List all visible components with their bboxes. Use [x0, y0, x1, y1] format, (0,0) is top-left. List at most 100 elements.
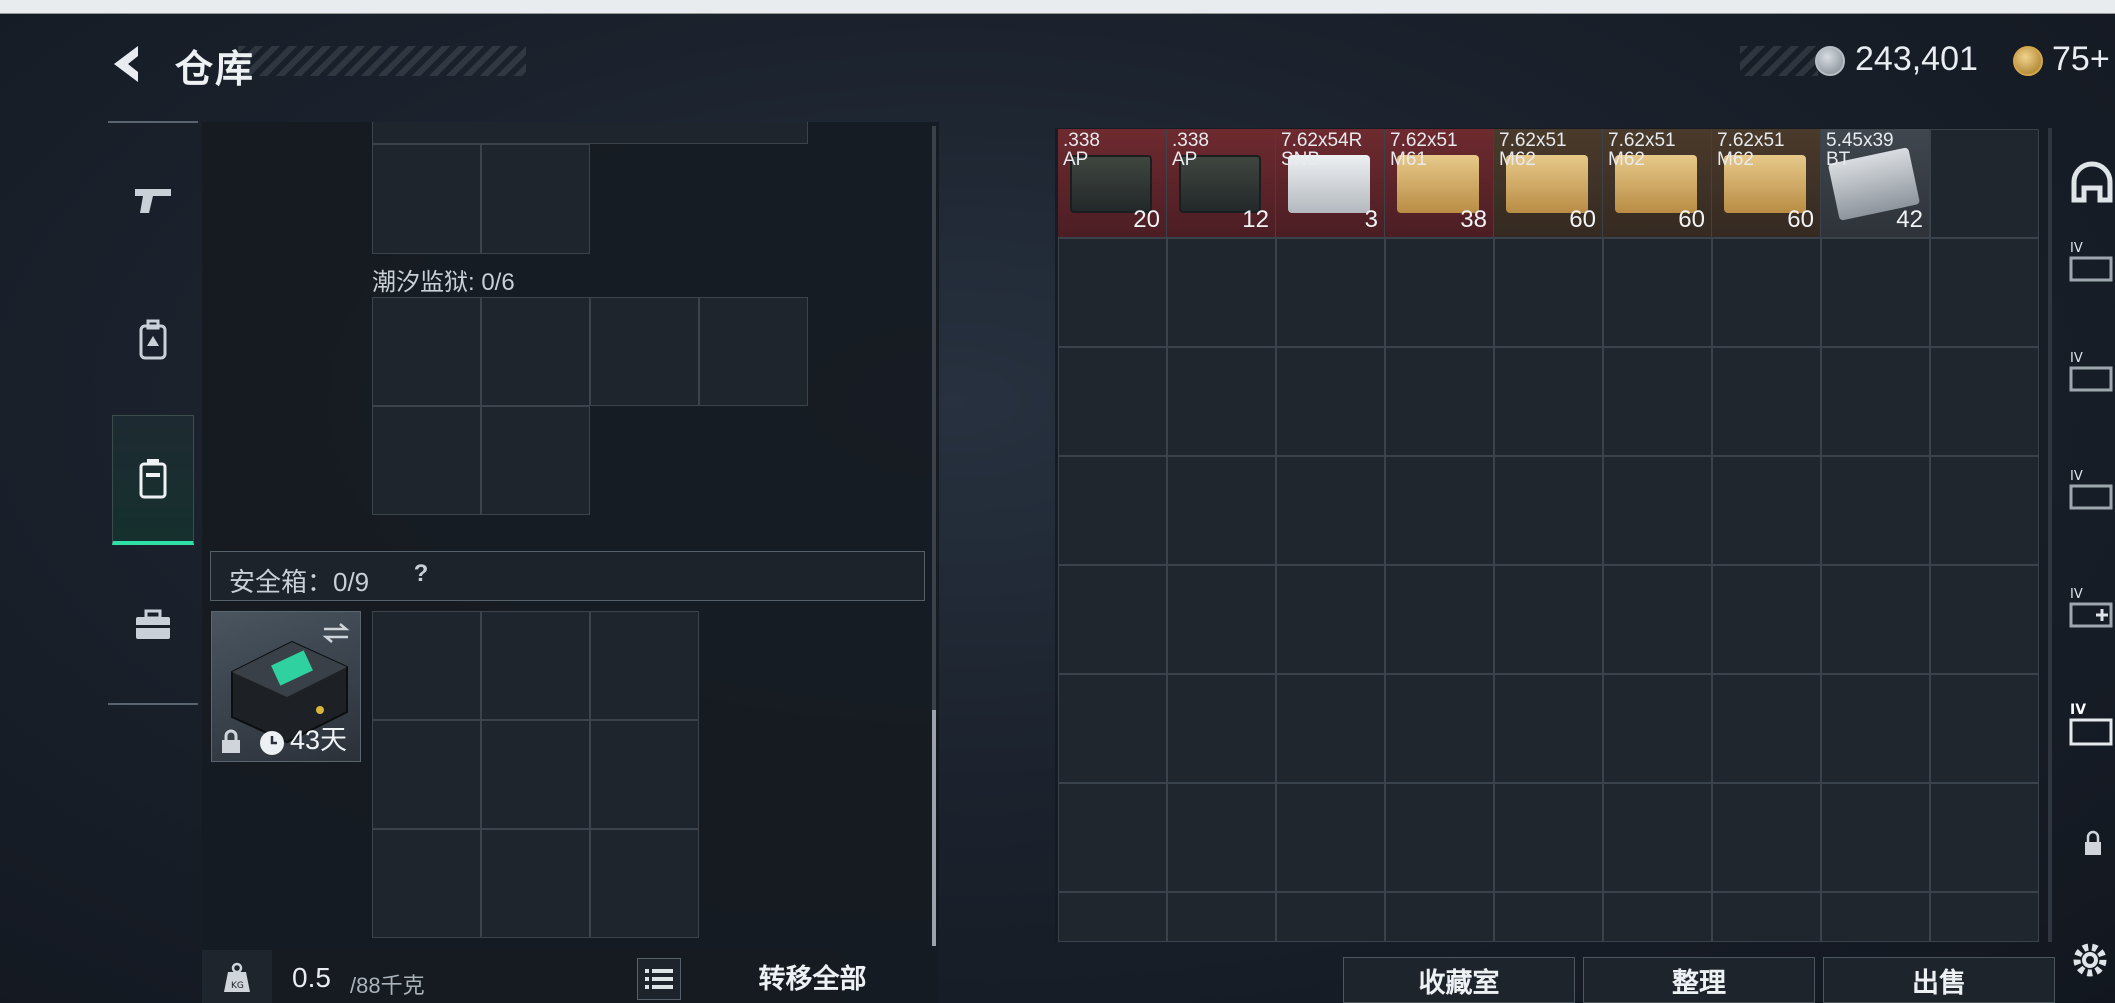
stash-grid-cell[interactable] [1712, 892, 1821, 942]
stash-item-ammo[interactable]: 7.62x51 M62 60 [1712, 129, 1820, 237]
stash-grid-cell[interactable] [1276, 347, 1385, 456]
side-category-iv-2[interactable]: IV [2068, 348, 2115, 408]
stash-grid-cell[interactable] [1603, 674, 1712, 783]
safebox-help-button[interactable]: ? [406, 560, 436, 592]
back-arrow-icon[interactable] [108, 42, 148, 86]
stash-grid-cell[interactable] [1930, 456, 2039, 565]
grid-cell[interactable] [372, 144, 481, 254]
stash-grid-cell[interactable] [1167, 347, 1276, 456]
left-scrollbar-thumb[interactable] [932, 710, 936, 946]
grid-cell[interactable] [372, 611, 481, 720]
stash-grid-cell[interactable] [1821, 238, 1930, 347]
stash-grid-cell[interactable] [1167, 565, 1276, 674]
stash-grid-cell[interactable] [1385, 783, 1494, 892]
side-category-armor[interactable] [2068, 160, 2115, 220]
stash-grid-cell[interactable] [1276, 783, 1385, 892]
stash-grid-cell[interactable] [1058, 238, 1167, 347]
side-category-iv-3[interactable]: IV [2068, 466, 2115, 526]
stash-grid-cell[interactable] [1058, 565, 1167, 674]
stash-grid-cell[interactable] [1930, 783, 2039, 892]
grid-cell[interactable] [372, 720, 481, 829]
stash-grid-cell[interactable] [1603, 456, 1712, 565]
grid-cell[interactable] [372, 829, 481, 938]
stash-grid-cell[interactable] [1058, 892, 1167, 942]
stash-item-ammo[interactable]: 7.62x51 M62 60 [1603, 129, 1711, 237]
grid-cell[interactable] [481, 829, 590, 938]
stash-item-ammo[interactable]: .338 AP 12 [1167, 129, 1275, 237]
stash-grid-cell[interactable] [1385, 892, 1494, 942]
nav-item-weapons[interactable] [112, 135, 194, 265]
collection-room-button[interactable]: 收藏室 [1343, 957, 1575, 1003]
grid-cell[interactable] [372, 297, 481, 406]
grid-cell[interactable] [481, 720, 590, 829]
stash-grid-cell[interactable] [1385, 565, 1494, 674]
stash-grid-cell[interactable] [1494, 674, 1603, 783]
stash-grid-cell[interactable] [1712, 456, 1821, 565]
stash-grid-cell[interactable] [1494, 238, 1603, 347]
stash-grid-cell[interactable] [1930, 347, 2039, 456]
grid-cell[interactable] [481, 297, 590, 406]
stash-grid-cell[interactable] [1276, 892, 1385, 942]
grid-cell[interactable] [481, 406, 590, 515]
stash-grid-cell[interactable] [1930, 238, 2039, 347]
stash-grid-cell[interactable] [1385, 456, 1494, 565]
stash-grid-cell[interactable] [1167, 783, 1276, 892]
nav-item-gear[interactable] [112, 275, 194, 405]
side-category-iv-1[interactable]: IV [2068, 238, 2115, 298]
stash-grid-cell[interactable] [1930, 129, 2039, 238]
grid-cell[interactable] [481, 144, 590, 254]
stash-grid-cell[interactable] [1712, 783, 1821, 892]
grid-cell[interactable] [590, 297, 699, 406]
stash-grid-cell[interactable] [1821, 565, 1930, 674]
stash-item-ammo[interactable]: 7.62x51 M61 38 [1385, 129, 1493, 237]
side-category-iv-4[interactable]: IV [2068, 584, 2115, 644]
safebox-item[interactable]: 43天 [211, 611, 361, 762]
sort-button[interactable]: 整理 [1583, 957, 1815, 1003]
stash-grid-cell[interactable] [1930, 892, 2039, 942]
stash-grid-cell[interactable] [1167, 238, 1276, 347]
transfer-all-button[interactable]: 转移全部 [686, 950, 939, 1003]
stash-grid-cell[interactable] [1494, 347, 1603, 456]
stash-grid-cell[interactable] [1058, 456, 1167, 565]
stash-grid-cell[interactable] [1712, 238, 1821, 347]
stash-grid-cell[interactable] [1603, 347, 1712, 456]
stash-grid-cell[interactable] [1712, 347, 1821, 456]
stash-grid-cell[interactable] [1603, 565, 1712, 674]
stash-grid-cell[interactable] [1930, 565, 2039, 674]
stash-grid-cell[interactable] [1821, 892, 1930, 942]
sell-button[interactable]: 出售 [1823, 957, 2055, 1003]
stash-grid-cell[interactable] [1276, 565, 1385, 674]
grid-cell[interactable] [699, 297, 808, 406]
stash-grid-cell[interactable] [1167, 892, 1276, 942]
stash-grid-cell[interactable] [1603, 892, 1712, 942]
stash-grid-cell[interactable] [1821, 347, 1930, 456]
stash-grid-cell[interactable] [1712, 674, 1821, 783]
stash-grid-cell[interactable] [1167, 674, 1276, 783]
stash-item-ammo[interactable]: 7.62x54R SNB 3 [1276, 129, 1384, 237]
stash-grid-cell[interactable] [1494, 456, 1603, 565]
stash-grid-cell[interactable] [1603, 783, 1712, 892]
grid-cell[interactable] [590, 611, 699, 720]
side-category-iv-5[interactable]: IV [2068, 700, 2115, 760]
stash-grid-cell[interactable] [1494, 783, 1603, 892]
stash-grid-cell[interactable] [1494, 565, 1603, 674]
stash-grid-cell[interactable] [1821, 674, 1930, 783]
stash-grid-cell[interactable] [1494, 892, 1603, 942]
stash-grid-cell[interactable] [1385, 347, 1494, 456]
nav-item-containers[interactable] [112, 415, 194, 545]
stash-grid-cell[interactable] [1930, 674, 2039, 783]
stash-item-ammo[interactable]: .338 AP 20 [1058, 129, 1166, 237]
grid-cell[interactable] [481, 611, 590, 720]
stash-grid-cell[interactable] [1058, 674, 1167, 783]
nav-item-toolbox[interactable] [112, 560, 194, 690]
stash-grid-cell[interactable] [1058, 347, 1167, 456]
stash-grid-cell[interactable] [1603, 238, 1712, 347]
stash-grid-cell[interactable] [1385, 238, 1494, 347]
stash-grid-cell[interactable] [1167, 456, 1276, 565]
stash-grid-cell[interactable] [1821, 456, 1930, 565]
stash-grid-cell[interactable] [1385, 674, 1494, 783]
stash-grid-cell[interactable] [1712, 565, 1821, 674]
stash-grid-cell[interactable] [1821, 783, 1930, 892]
stash-scrollbar[interactable] [2048, 128, 2052, 942]
stash-grid-cell[interactable] [1058, 783, 1167, 892]
